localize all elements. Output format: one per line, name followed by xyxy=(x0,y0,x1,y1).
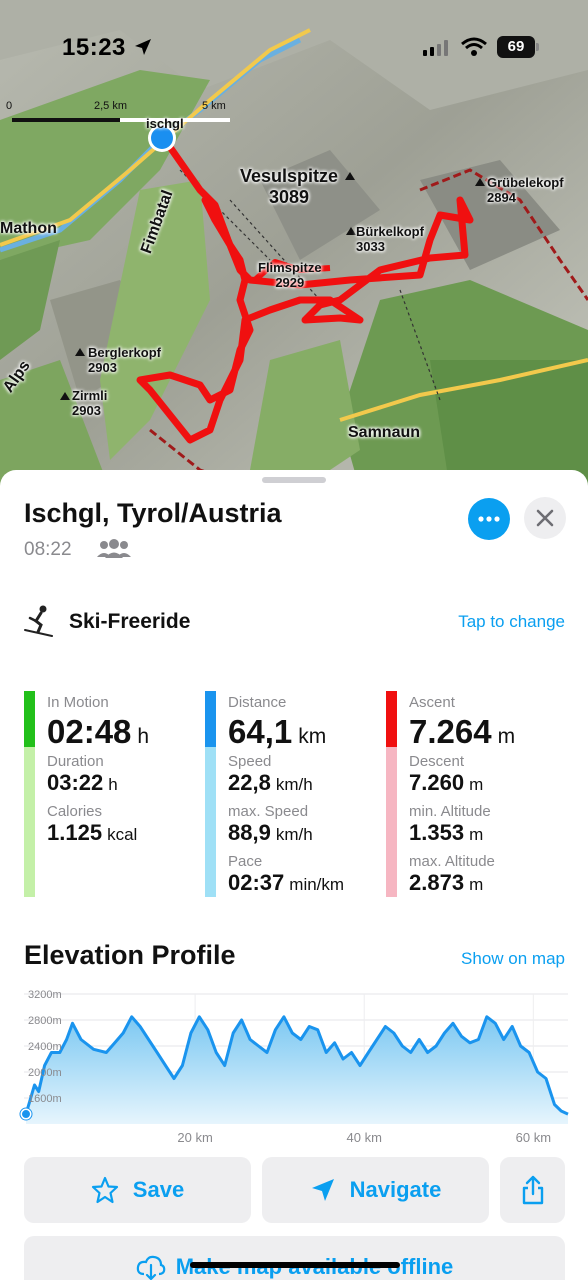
map-label-town: ischgl xyxy=(146,116,184,131)
y-tick-label: 1600m xyxy=(28,1093,62,1105)
max-speed-value: 88,9 km/h xyxy=(228,820,313,845)
calories-value: 1.125 kcal xyxy=(47,820,138,845)
map-label-samnaun: Samnaun xyxy=(348,424,421,441)
motion-bar-primary xyxy=(24,691,35,747)
elevation-chart[interactable]: 3200m 2800m 2400m 2000m 1600m 20 km 40 km 60 km xyxy=(0,982,588,1152)
min-altitude-value: 1.353 m xyxy=(409,820,484,845)
tour-details-sheet: Ischgl, Tyrol/Austria 08:22 Ski-Freeride… xyxy=(0,470,588,1280)
min-altitude-label: min. Altitude xyxy=(409,803,491,820)
activity-type: Ski-Freeride xyxy=(69,610,191,633)
in-motion-label: In Motion xyxy=(47,694,109,711)
distance-bar-secondary xyxy=(205,747,216,897)
show-on-map-link[interactable]: Show on map xyxy=(461,949,565,969)
distance-label: Distance xyxy=(228,694,287,711)
x-tick-label: 20 km xyxy=(177,1130,212,1145)
map-label-zirmli: Zirmli 2903 xyxy=(72,388,108,418)
navigate-button-label: Navigate xyxy=(349,1177,442,1202)
save-button-label: Save xyxy=(132,1177,185,1202)
elevation-profile-title: Elevation Profile xyxy=(24,940,236,970)
descent-value: 7.260 m xyxy=(409,770,484,795)
clock: 15:23 xyxy=(62,34,126,61)
distance-bar-primary xyxy=(205,691,216,747)
ascent-bar-primary xyxy=(386,691,397,747)
max-speed-label: max. Speed xyxy=(228,803,309,820)
x-tick-label: 40 km xyxy=(347,1130,382,1145)
scale-end: 5 km xyxy=(202,100,226,112)
scale-zero: 0 xyxy=(6,100,13,112)
ascent-bar-secondary xyxy=(386,747,397,897)
max-altitude-label: max. Altitude xyxy=(409,853,495,870)
cloud-download-icon xyxy=(136,1255,166,1280)
pace-label: Pace xyxy=(228,853,263,870)
y-tick-label: 2400m xyxy=(28,1041,62,1053)
map-view[interactable]: 15:23 69 0 2,5 km 5 km ischgl Vesulspitz… xyxy=(0,0,588,490)
y-tick-label: 2000m xyxy=(28,1067,62,1079)
motion-bar-secondary xyxy=(24,747,35,897)
stats-motion-column: In Motion 02:48 h Duration 03:22 h Calorie… xyxy=(24,691,194,897)
map-label-berglerkopf: Berglerkopf 2903 xyxy=(88,345,161,375)
y-tick-label: 2800m xyxy=(28,1015,62,1027)
share-icon xyxy=(522,1175,543,1205)
map-scale: 0 2,5 km 5 km xyxy=(6,100,246,130)
location-arrow-icon xyxy=(135,39,151,55)
group-icon xyxy=(97,539,131,558)
battery-indicator: 69 xyxy=(497,36,535,58)
tour-title: Ischgl, Tyrol/Austria xyxy=(24,498,282,528)
map-label-mathon: Mathon xyxy=(0,220,57,237)
share-button[interactable] xyxy=(500,1157,565,1223)
speed-label: Speed xyxy=(228,753,272,770)
sheet-grabber[interactable] xyxy=(262,477,326,483)
ellipsis-icon xyxy=(478,516,500,522)
speed-value: 22,8 km/h xyxy=(228,770,313,795)
status-bar: 15:23 69 xyxy=(0,0,588,100)
save-button[interactable]: Save xyxy=(24,1157,251,1223)
ascent-label: Ascent xyxy=(409,694,455,711)
in-motion-value: 02:48 h xyxy=(47,713,150,750)
make-offline-button[interactable]: Make map available offline xyxy=(24,1236,565,1280)
max-altitude-value: 2.873 m xyxy=(409,870,484,895)
change-activity-link[interactable]: Tap to change xyxy=(458,612,565,632)
map-label-flimspitze: Flimspitze 2929 xyxy=(258,260,322,290)
more-options-button[interactable] xyxy=(468,498,510,540)
ski-freeride-icon xyxy=(24,605,53,637)
scale-bar-dark xyxy=(12,118,120,122)
elevation-start-dot xyxy=(22,1110,30,1119)
calories-label: Calories xyxy=(47,803,103,820)
scale-mid: 2,5 km xyxy=(94,100,128,112)
elevation-area xyxy=(26,1016,568,1124)
duration-label: Duration xyxy=(47,753,104,770)
wifi-icon xyxy=(461,37,487,56)
pace-value: 02:37 min/km xyxy=(228,870,345,895)
stats-distance-column: Distance 64,1 km Speed 22,8 km/h max. Spee… xyxy=(205,691,375,897)
duration-value: 03:22 h xyxy=(47,770,118,795)
battery-tip xyxy=(536,43,539,51)
close-icon xyxy=(536,509,554,527)
ascent-value: 7.264 m xyxy=(409,713,516,750)
navigate-button[interactable]: Navigate xyxy=(262,1157,489,1223)
distance-value: 64,1 km xyxy=(228,713,327,750)
map-label-grubelekopf: Grübelekopf 2894 xyxy=(487,175,564,205)
star-icon xyxy=(91,1176,118,1204)
x-tick-label: 60 km xyxy=(516,1130,551,1145)
close-button[interactable] xyxy=(524,497,566,539)
home-indicator xyxy=(190,1262,400,1268)
stats-ascent-column: Ascent 7.264 m Descent 7.260 m min. Altitu… xyxy=(386,691,556,897)
tour-start-time: 08:22 xyxy=(24,539,72,560)
y-tick-label: 3200m xyxy=(28,989,62,1001)
map-label-burkelkopf: Bürkelkopf 3033 xyxy=(356,224,424,254)
map-label-vesulspitze: Vesulspitze 3089 xyxy=(240,166,339,207)
cellular-signal-icon xyxy=(423,40,448,56)
navigate-arrow-icon xyxy=(311,1179,334,1201)
descent-label: Descent xyxy=(409,753,465,770)
